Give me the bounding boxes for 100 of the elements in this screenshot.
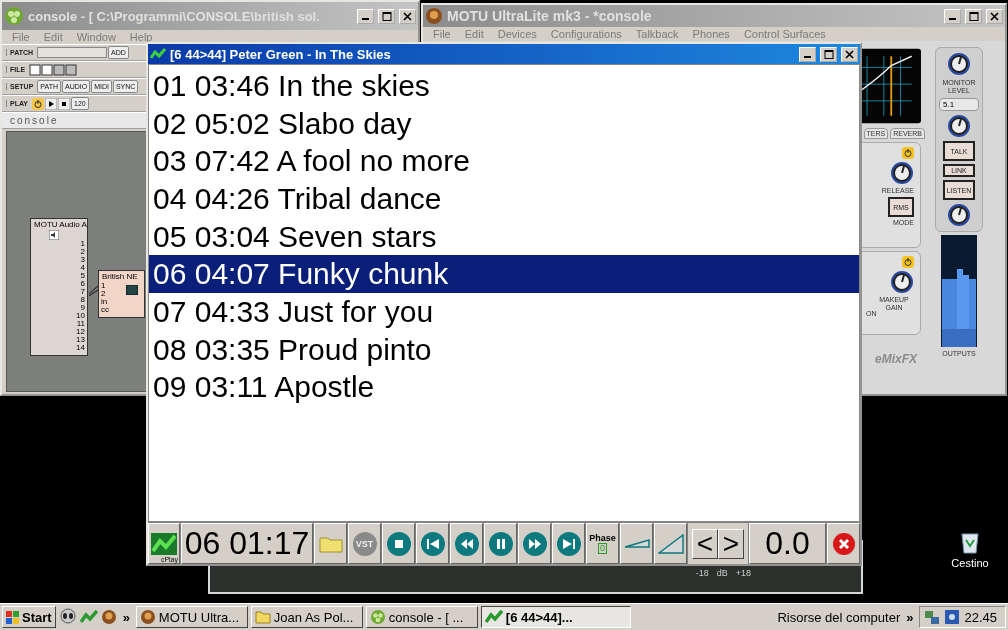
alien-icon[interactable] xyxy=(58,608,77,626)
rewind-icon xyxy=(453,530,480,557)
tray-app-icon[interactable] xyxy=(944,609,961,625)
patch-dropdown[interactable] xyxy=(37,47,108,58)
vst-label: VST xyxy=(355,538,374,549)
taskbar-button[interactable]: MOTU Ultra... xyxy=(135,606,248,628)
track-row[interactable]: 09 03:11 Apostle xyxy=(149,368,859,407)
taskbar-button[interactable]: [6 44>44]... xyxy=(480,606,631,628)
maximize-button[interactable] xyxy=(378,8,395,24)
port-label: 14 xyxy=(75,344,86,352)
close-player-button[interactable] xyxy=(827,523,860,564)
close-icon xyxy=(403,11,412,21)
minimize-icon xyxy=(362,18,369,20)
listen-knob[interactable] xyxy=(947,203,971,227)
next-button[interactable] xyxy=(552,523,585,564)
brand-logo: eMixFX xyxy=(875,352,917,366)
volume-down-button[interactable] xyxy=(620,523,653,564)
network-icon[interactable] xyxy=(924,609,941,625)
power-icon[interactable] xyxy=(32,97,45,110)
power-icon[interactable] xyxy=(902,147,914,159)
player-logo-icon xyxy=(151,532,177,555)
phase-toggle[interactable]: Phase 0 xyxy=(586,523,619,564)
track-row[interactable]: 07 04:33 Just for you xyxy=(149,293,859,331)
window-title: [6 44>44] Peter Green - In The Skies xyxy=(170,46,392,62)
fast-forward-icon xyxy=(521,530,548,557)
patch-module[interactable]: MOTU Audio A 1 2 3 4 5 6 7 8 9 10 11 12 13 14 xyxy=(30,218,88,356)
previous-track-button[interactable]: < xyxy=(692,528,718,559)
windows-logo-icon xyxy=(6,610,20,624)
minimize-icon xyxy=(949,18,956,20)
port-label: 7 xyxy=(79,288,86,296)
open-folder-button[interactable] xyxy=(314,523,347,564)
minimize-button[interactable] xyxy=(944,8,961,24)
volume-readout: 0.0 xyxy=(749,523,826,564)
start-button[interactable]: Start xyxy=(2,606,56,628)
track-row[interactable]: 02 05:02 Slabo day xyxy=(149,104,859,143)
track-row[interactable]: 08 03:35 Proud pinto xyxy=(149,330,859,369)
release-knob[interactable] xyxy=(890,161,914,185)
minimize-button[interactable] xyxy=(357,8,374,24)
monitor-level-knob[interactable] xyxy=(947,52,971,76)
taskbar-button[interactable]: Joan As Pol... xyxy=(250,606,363,628)
volume-up-button[interactable] xyxy=(654,523,687,564)
makeup-gain-knob[interactable] xyxy=(890,270,914,294)
port-label: 9 xyxy=(79,304,86,312)
patch-module[interactable]: British NE 1 2 in cc xyxy=(98,270,145,318)
volume-up-icon xyxy=(657,533,684,554)
toolbar-label[interactable]: Risorse del computer xyxy=(777,609,901,625)
app-icon xyxy=(100,609,117,625)
previous-button[interactable] xyxy=(416,523,449,564)
toolbar-chevron[interactable]: » xyxy=(903,609,917,625)
module-display-icon xyxy=(126,285,138,295)
position-readout: 06 01:17 xyxy=(181,523,313,564)
track-row[interactable]: 05 03:04 Seven stars xyxy=(149,217,859,256)
track-row[interactable]: 01 03:46 In the skies xyxy=(149,67,859,105)
speaker-icon xyxy=(49,230,59,240)
close-button[interactable] xyxy=(841,46,858,62)
port-label: in xyxy=(100,298,109,306)
close-icon xyxy=(831,531,856,556)
previous-icon xyxy=(419,530,446,557)
port-label: 4 xyxy=(79,264,86,272)
vst-badge-icon xyxy=(351,530,378,557)
close-icon xyxy=(990,11,999,21)
maximize-button[interactable] xyxy=(820,46,837,62)
volume-down-icon xyxy=(623,539,650,548)
port-label: 6 xyxy=(79,280,86,288)
rewind-button[interactable] xyxy=(450,523,483,564)
more-launchers-chevron[interactable]: » xyxy=(119,609,133,625)
maximize-icon xyxy=(968,11,979,21)
port-label: cc xyxy=(100,306,110,314)
file-toolbar-icons[interactable] xyxy=(29,63,78,76)
port-label: 2 xyxy=(79,248,86,256)
talkback-knob[interactable] xyxy=(947,114,971,138)
monitor-format-select[interactable]: 5.1 xyxy=(939,98,979,111)
maximize-icon xyxy=(381,11,392,21)
scale-label: -18 xyxy=(695,568,709,578)
next-icon xyxy=(555,530,582,557)
console-logo: console xyxy=(9,115,59,126)
track-row[interactable]: 06 04:07 Funky chunk xyxy=(149,255,859,294)
app-icon xyxy=(425,7,443,25)
pause-button[interactable] xyxy=(484,523,517,564)
track-row[interactable]: 04 04:26 Tribal dance xyxy=(149,180,859,218)
close-button[interactable] xyxy=(399,8,416,24)
port-label: 3 xyxy=(79,256,86,264)
maximize-button[interactable] xyxy=(965,8,982,24)
play-icon[interactable] xyxy=(45,97,58,110)
next-track-button[interactable]: > xyxy=(718,528,744,559)
port-label: 1 xyxy=(79,240,86,248)
port-label: 5 xyxy=(79,272,86,280)
close-button[interactable] xyxy=(986,8,1003,24)
track-row[interactable]: 03 07:42 A fool no more xyxy=(149,142,859,181)
app-icon xyxy=(4,6,24,26)
stop-icon[interactable] xyxy=(58,97,71,110)
taskbar-button[interactable]: console - [ ... xyxy=(365,606,478,628)
stop-button[interactable] xyxy=(382,523,415,564)
fast-forward-button[interactable] xyxy=(518,523,551,564)
desktop-icon-label[interactable]: Cestino xyxy=(951,557,989,569)
player-logo-icon xyxy=(150,47,166,61)
minimize-button[interactable] xyxy=(799,46,816,62)
recycle-bin-icon[interactable] xyxy=(959,530,981,554)
module-title: MOTU Audio A xyxy=(33,219,87,230)
power-icon[interactable] xyxy=(902,256,914,268)
